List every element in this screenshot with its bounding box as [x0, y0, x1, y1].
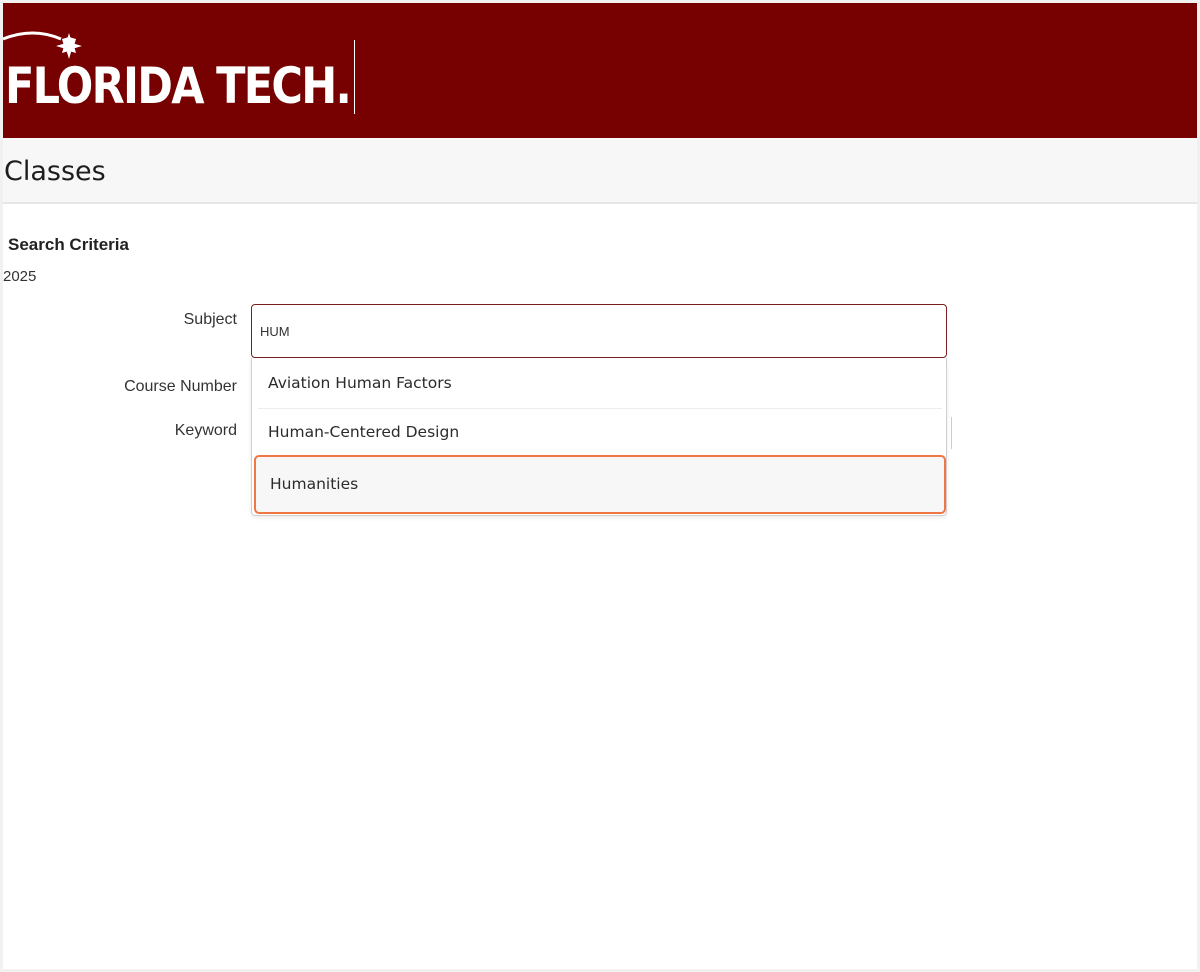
header-divider: [354, 40, 355, 114]
course-number-label: Course Number: [124, 378, 237, 395]
logo-wordmark: FLORIDA TECH.: [5, 57, 352, 115]
term-year: 2025: [3, 268, 37, 285]
keyword-input-edge[interactable]: [947, 417, 952, 449]
search-criteria-heading: Search Criteria: [8, 235, 129, 254]
dropdown-option[interactable]: Human-Centered Design: [258, 409, 942, 455]
subject-input[interactable]: [251, 304, 947, 358]
subject-dropdown: Aviation Human Factors Human-Centered De…: [251, 358, 947, 516]
browser-frame: FLORIDA TECH. Classes Search Criteria 20…: [3, 3, 1197, 969]
title-bar: Classes: [3, 138, 1197, 204]
dropdown-option[interactable]: Aviation Human Factors: [258, 358, 942, 409]
site-header: FLORIDA TECH.: [3, 3, 1197, 138]
subject-label: Subject: [183, 311, 237, 328]
dropdown-option-highlighted[interactable]: Humanities: [254, 455, 946, 514]
keyword-label: Keyword: [174, 422, 237, 439]
florida-tech-logo[interactable]: FLORIDA TECH.: [3, 27, 352, 122]
page-title: Classes: [4, 156, 106, 187]
